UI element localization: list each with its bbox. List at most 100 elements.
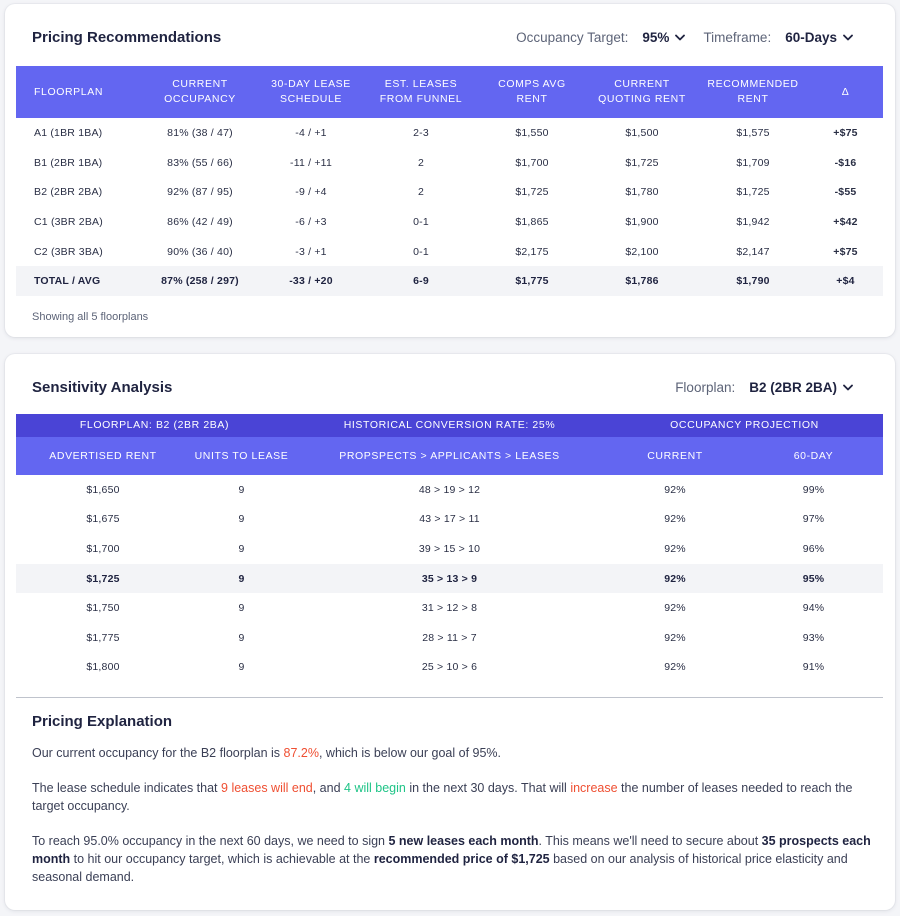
current-occupancy-cell: 92% — [664, 661, 686, 674]
est-leases-cell: 2 — [417, 186, 425, 199]
recommended-row[interactable]: $1,725 9 35 > 13 > 9 92% 95% — [16, 563, 883, 594]
total-recommended-rent-cell: $1,790 — [698, 266, 808, 297]
total-label-cell: TOTAL / AVG — [16, 266, 142, 297]
projected-occupancy-cell: 95% — [744, 563, 883, 594]
floorplan-cell: B1 (2BR 1BA) — [34, 156, 103, 169]
comps-rent-cell: $1,550 — [515, 126, 549, 139]
floorplan-select[interactable]: B2 (2BR 2BA) — [749, 380, 853, 395]
current-occupancy-cell: 92% — [664, 513, 686, 526]
projected-occupancy-cell: 96% — [802, 542, 825, 555]
occupancy-target-select[interactable]: 95% — [642, 29, 686, 45]
total-row: TOTAL / AVG 87% (258 / 297) -33 / +20 6-… — [16, 266, 883, 297]
column-header[interactable]: PROPSPECTS > APPLICANTS > LEASES — [293, 437, 606, 475]
advertised-rent-cell: $1,750 — [86, 602, 120, 615]
delta-cell: +$75 — [833, 126, 858, 139]
column-header[interactable]: 60-DAY — [744, 437, 883, 475]
units-cell: 9 — [238, 542, 245, 555]
total-occupancy-cell: 87% (258 / 297) — [142, 266, 258, 297]
explanation-title: Pricing Explanation — [32, 713, 173, 730]
text-span: to hit our occupancy target, which is ac… — [70, 852, 374, 866]
column-header[interactable]: CURRENT QUOTING RENT — [586, 66, 698, 118]
funnel-cell: 28 > 11 > 7 — [422, 631, 477, 644]
recommended-rent-cell: $1,725 — [736, 186, 770, 199]
sensitivity-analysis-card: Sensitivity Analysis Floorplan: B2 (2BR … — [5, 354, 895, 910]
projected-occupancy-cell: 94% — [802, 602, 825, 615]
column-header[interactable]: FLOORPLAN — [16, 66, 142, 118]
advertised-rent-cell: $1,650 — [86, 483, 120, 496]
column-header[interactable]: ADVERTISED RENT — [16, 437, 190, 475]
current-occupancy-cell: 92% — [664, 631, 686, 644]
table-row[interactable]: $1,700 9 39 > 15 > 10 92% 96% — [16, 534, 883, 564]
explanation-paragraph: To reach 95.0% occupancy in the next 60 … — [32, 832, 871, 886]
table-row[interactable]: $1,775 9 28 > 11 > 7 92% 93% — [16, 623, 883, 653]
projected-occupancy-cell: 97% — [802, 513, 825, 526]
group-header-floorplan: FLOORPLAN: B2 (2BR 2BA) — [16, 414, 293, 437]
floorplan-cell: C1 (3BR 2BA) — [34, 215, 103, 228]
projected-occupancy-cell: 93% — [802, 631, 825, 644]
advertised-rent-cell: $1,725 — [16, 563, 190, 594]
total-comps-rent-cell: $1,775 — [478, 266, 586, 297]
floorplan-value: B2 (2BR 2BA) — [749, 379, 837, 395]
total-delta-cell: +$4 — [808, 266, 883, 297]
sensitivity-header-row: ADVERTISED RENT UNITS TO LEASE PROPSPECT… — [16, 437, 883, 475]
advertised-rent-cell: $1,775 — [86, 631, 120, 644]
funnel-cell: 35 > 13 > 9 — [293, 563, 606, 594]
column-header[interactable]: COMPS AVG RENT — [478, 66, 586, 118]
comps-rent-cell: $2,175 — [515, 245, 549, 258]
group-header-row: FLOORPLAN: B2 (2BR 2BA) HISTORICAL CONVE… — [16, 414, 883, 437]
units-cell: 9 — [238, 631, 245, 644]
current-occupancy-cell: 92% — [606, 563, 744, 594]
table-row[interactable]: A1 (1BR 1BA) 81% (38 / 47) -4 / +1 2-3 $… — [16, 118, 883, 148]
units-cell: 9 — [238, 661, 245, 674]
units-cell: 9 — [238, 483, 245, 496]
leases-beginning-highlight: 4 will begin — [344, 781, 406, 795]
pricing-header: Pricing Recommendations Occupancy Target… — [5, 4, 895, 70]
current-occupancy-cell: 92% — [664, 542, 686, 555]
occupancy-cell: 90% (36 / 40) — [167, 245, 233, 258]
leases-needed-highlight: 5 new leases each month — [388, 834, 539, 848]
increase-highlight: increase — [570, 781, 618, 795]
est-leases-cell: 0-1 — [413, 215, 429, 228]
table-row[interactable]: $1,750 9 31 > 12 > 8 92% 94% — [16, 593, 883, 623]
projected-occupancy-cell: 99% — [802, 483, 825, 496]
occupancy-cell: 83% (55 / 66) — [167, 156, 233, 169]
occupancy-target-value: 95% — [642, 29, 670, 45]
text-span: , and — [312, 781, 345, 795]
funnel-cell: 25 > 10 > 6 — [421, 661, 478, 674]
table-row[interactable]: C2 (3BR 3BA) 90% (36 / 40) -3 / +1 0-1 $… — [16, 237, 883, 267]
table-row[interactable]: B1 (2BR 1BA) 83% (55 / 66) -11 / +11 2 $… — [16, 148, 883, 178]
column-header[interactable]: CURRENT OCCUPANCY — [142, 66, 258, 118]
table-row[interactable]: $1,650 9 48 > 19 > 12 92% 99% — [16, 475, 883, 505]
lease-schedule-cell: -6 / +3 — [295, 215, 327, 228]
pricing-table: FLOORPLAN CURRENT OCCUPANCY 30-DAY LEASE… — [16, 66, 883, 297]
column-header[interactable]: 30-DAY LEASE SCHEDULE — [258, 66, 364, 118]
table-row[interactable]: C1 (3BR 2BA) 86% (42 / 49) -6 / +3 0-1 $… — [16, 207, 883, 237]
total-est-leases-cell: 6-9 — [364, 266, 478, 297]
funnel-cell: 48 > 19 > 12 — [418, 483, 481, 496]
group-header-projection: OCCUPANCY PROJECTION — [606, 414, 883, 437]
pricing-header-row: FLOORPLAN CURRENT OCCUPANCY 30-DAY LEASE… — [16, 66, 883, 118]
text-span: , which is below our goal of 95%. — [318, 746, 502, 760]
table-row[interactable]: $1,675 9 43 > 17 > 11 92% 97% — [16, 505, 883, 535]
est-leases-cell: 2 — [417, 156, 425, 169]
text-span: The lease schedule indicates that — [32, 781, 222, 795]
column-header[interactable]: Δ — [808, 66, 883, 118]
timeframe-select[interactable]: 60-Days — [785, 30, 853, 45]
column-header[interactable]: UNITS TO LEASE — [190, 437, 293, 475]
floorplan-count-footnote: Showing all 5 floorplans — [32, 311, 149, 323]
lease-schedule-cell: -3 / +1 — [295, 245, 327, 258]
leases-ending-highlight: 9 leases will end — [221, 781, 313, 795]
recommended-rent-cell: $2,147 — [736, 245, 770, 258]
text-span: Our current occupancy for the B2 floorpl… — [32, 746, 284, 760]
table-row[interactable]: B2 (2BR 2BA) 92% (87 / 95) -9 / +4 2 $1,… — [16, 177, 883, 207]
column-header[interactable]: RECOMMENDED RENT — [698, 66, 808, 118]
comps-rent-cell: $1,725 — [515, 186, 549, 199]
column-header[interactable]: CURRENT — [606, 437, 744, 475]
floorplan-cell: C2 (3BR 3BA) — [34, 245, 103, 258]
text-span: in the next 30 days. That will — [405, 781, 571, 795]
quoting-rent-cell: $2,100 — [625, 245, 659, 258]
units-cell: 9 — [238, 602, 245, 615]
occupancy-cell: 92% (87 / 95) — [167, 186, 233, 199]
column-header[interactable]: EST. LEASES FROM FUNNEL — [364, 66, 478, 118]
table-row[interactable]: $1,800 9 25 > 10 > 6 92% 91% — [16, 653, 883, 683]
